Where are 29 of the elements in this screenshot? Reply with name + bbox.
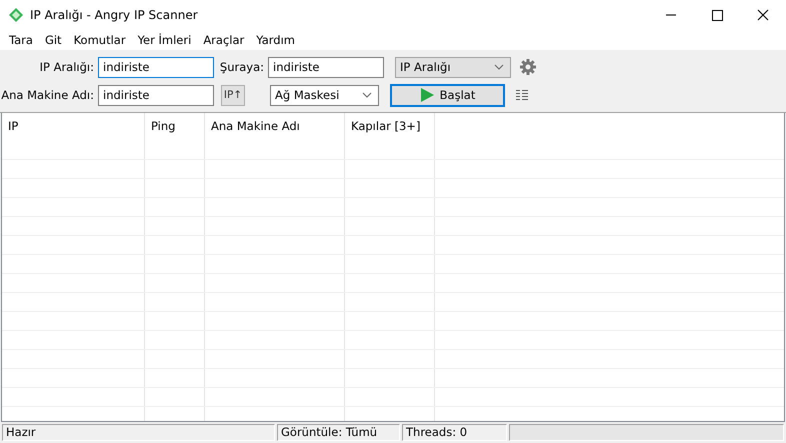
ip-button[interactable]: IP↑ xyxy=(221,84,245,106)
window-title: IP Aralığı - Angry IP Scanner xyxy=(30,8,198,22)
chevron-down-icon xyxy=(362,92,372,98)
status-text: Görüntüle: Tümü xyxy=(277,424,400,441)
list-icon[interactable] xyxy=(516,90,528,100)
field-label: IP Aralığı: xyxy=(38,60,95,74)
menu-item[interactable]: Yardım xyxy=(250,33,301,47)
field-label: Ana Makine Adı: xyxy=(0,88,95,102)
menu-item[interactable]: Komutlar xyxy=(68,33,132,47)
menu-item[interactable]: Git xyxy=(38,33,68,47)
status-text: Hazır xyxy=(2,424,275,441)
input-field[interactable]: indiriste xyxy=(98,56,214,78)
field-label: Şuraya: xyxy=(218,60,265,74)
menu-item[interactable]: Araçlar xyxy=(197,33,250,47)
column-header[interactable]: Ana Makine Adı xyxy=(205,113,345,141)
menu-item[interactable]: Tara xyxy=(3,33,39,47)
column-header[interactable]: IP xyxy=(2,113,145,141)
column-header[interactable]: Ping xyxy=(145,113,205,141)
chevron-down-icon xyxy=(494,64,504,70)
status-text: Threads: 0 xyxy=(402,424,507,441)
dropdown[interactable]: IP Aralığı xyxy=(395,56,511,78)
dropdown[interactable]: Ağ Maskesi xyxy=(270,84,379,106)
input-field[interactable]: indiriste xyxy=(268,56,384,78)
column-header[interactable]: Kapılar [3+] xyxy=(345,113,435,141)
menu-item[interactable]: Yer İmleri xyxy=(132,33,198,47)
input-field[interactable]: indiriste xyxy=(98,84,214,106)
play-icon xyxy=(420,88,434,102)
app-icon xyxy=(8,7,24,23)
start-button[interactable]: Başlat xyxy=(390,84,505,106)
